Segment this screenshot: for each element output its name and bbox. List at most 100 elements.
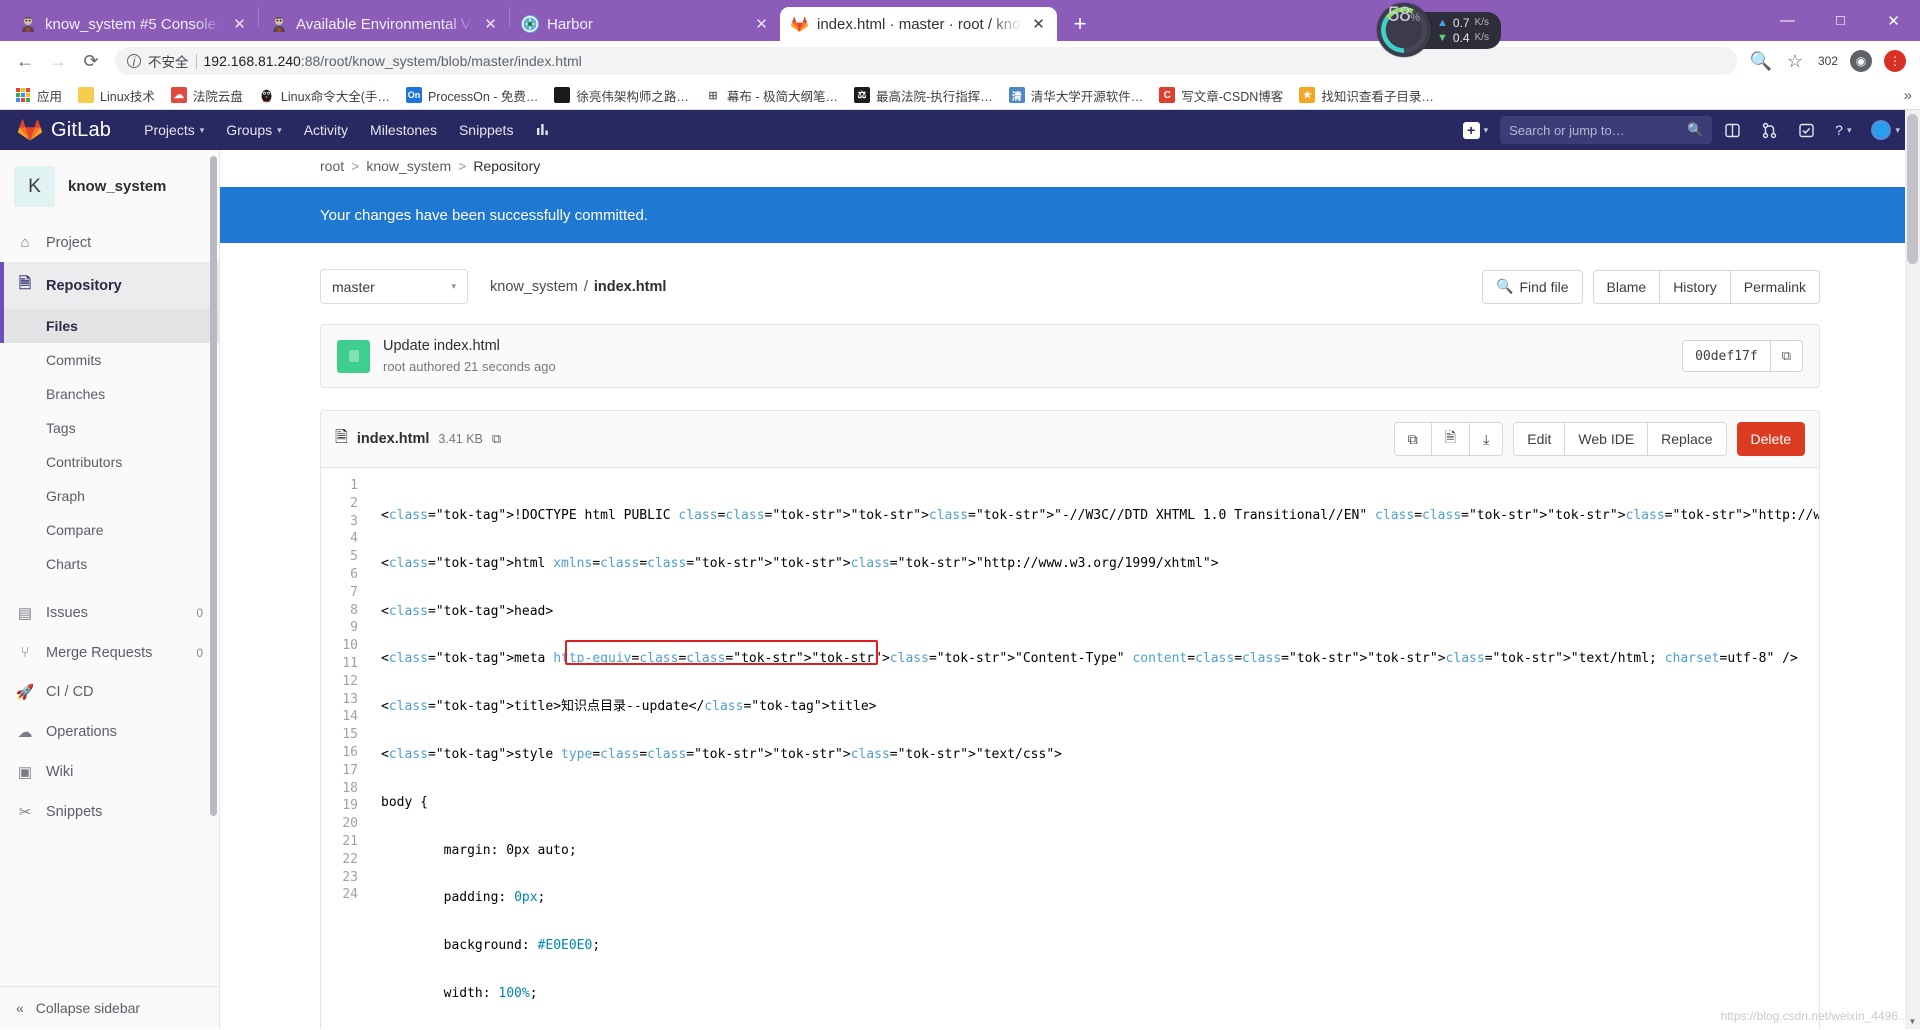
sidebar-subitem-files[interactable]: Files xyxy=(0,309,219,343)
tab-close-icon[interactable]: ✕ xyxy=(1030,16,1047,33)
line-number[interactable]: 15 xyxy=(321,726,358,744)
copy-contents-button[interactable]: ⧉ xyxy=(1393,422,1432,456)
line-number[interactable]: 9 xyxy=(321,619,358,637)
tab-close-icon[interactable]: ✕ xyxy=(231,16,248,33)
breadcrumb-root[interactable]: root xyxy=(320,158,344,174)
browser-tab-3[interactable]: Harbor ✕ xyxy=(510,7,780,41)
sidebar-item-operations[interactable]: ☁ Operations xyxy=(0,712,219,752)
commit-message[interactable]: Update index.html xyxy=(383,338,556,354)
bookmark-linux-tech[interactable]: Linux技术 xyxy=(71,83,162,108)
sidebar-item-wiki[interactable]: ▣ Wiki xyxy=(0,752,219,792)
history-button[interactable]: History xyxy=(1660,269,1731,304)
line-number[interactable]: 24 xyxy=(321,886,358,904)
close-window-button[interactable]: ✕ xyxy=(1867,0,1920,41)
copy-path-icon[interactable]: ⧉ xyxy=(492,431,501,447)
bookmark-processon[interactable]: On ProcessOn - 免费… xyxy=(399,83,545,108)
bookmark-blog[interactable]: 徐亮伟架构师之路… xyxy=(547,83,696,108)
merge-requests-icon[interactable] xyxy=(1753,116,1786,145)
path-project[interactable]: know_system xyxy=(490,279,578,295)
line-number[interactable]: 21 xyxy=(321,833,358,851)
tab-close-icon[interactable]: ✕ xyxy=(482,16,499,33)
line-number[interactable]: 7 xyxy=(321,584,358,602)
todos-icon[interactable] xyxy=(1790,116,1823,145)
open-raw-button[interactable]: 🗎 xyxy=(1431,422,1471,456)
bookmark-linux-cmd[interactable]: Linux命令大全(手… xyxy=(252,83,397,108)
browser-tab-1[interactable]: know_system #5 Console [Jenk ✕ xyxy=(8,7,258,41)
bookmark-csdn[interactable]: C 写文章-CSDN博客 xyxy=(1152,83,1290,108)
sidebar-scrollbar-thumb[interactable] xyxy=(210,156,217,816)
chart-icon[interactable] xyxy=(524,113,562,147)
find-file-button[interactable]: 🔍 Find file xyxy=(1482,269,1583,304)
line-number[interactable]: 6 xyxy=(321,566,358,584)
browser-tab-2[interactable]: Available Environmental Varia ✕ xyxy=(259,7,509,41)
edit-button[interactable]: Edit xyxy=(1513,422,1566,456)
line-number[interactable]: 19 xyxy=(321,797,358,815)
nav-projects[interactable]: Projects ▾ xyxy=(133,113,215,147)
line-number[interactable]: 10 xyxy=(321,637,358,655)
sidebar-scrollbar[interactable] xyxy=(210,156,217,836)
bookmark-tsinghua[interactable]: 清 清华大学开源软件… xyxy=(1002,83,1151,108)
line-number[interactable]: 18 xyxy=(321,780,358,798)
copy-icon[interactable]: ⧉ xyxy=(1770,340,1803,372)
new-tab-button[interactable]: + xyxy=(1063,7,1097,41)
new-dropdown-button[interactable]: + ▾ xyxy=(1455,116,1497,145)
line-number[interactable]: 22 xyxy=(321,851,358,869)
nav-activity[interactable]: Activity xyxy=(293,113,359,147)
gitlab-logo[interactable]: GitLab xyxy=(12,118,111,142)
breadcrumb-project[interactable]: know_system xyxy=(366,158,451,174)
line-number[interactable]: 3 xyxy=(321,513,358,531)
bookmark-mubu[interactable]: ⊞ 幕布 - 极简大纲笔… xyxy=(698,83,845,108)
nav-groups[interactable]: Groups ▾ xyxy=(215,113,292,147)
bookmark-court-cloud[interactable]: ☁ 法院云盘 xyxy=(164,83,250,108)
sidebar-subitem-charts[interactable]: Charts xyxy=(0,547,219,581)
line-number[interactable]: 4 xyxy=(321,530,358,548)
blame-button[interactable]: Blame xyxy=(1592,269,1661,304)
bookmarks-overflow-icon[interactable]: » xyxy=(1904,87,1912,104)
sidebar-item-project[interactable]: ⌂ Project xyxy=(0,223,219,262)
help-icon[interactable]: ? ▾ xyxy=(1827,116,1859,144)
issues-icon[interactable] xyxy=(1716,116,1749,145)
maximize-button[interactable]: □ xyxy=(1814,0,1867,41)
user-avatar-icon[interactable]: 🌐 ▾ xyxy=(1863,114,1908,146)
sidebar-item-merge-requests[interactable]: ⑂ Merge Requests 0 xyxy=(0,633,219,672)
scroll-down-icon[interactable]: ▼ xyxy=(1905,1014,1920,1029)
profile-icon[interactable]: ◉ xyxy=(1846,46,1876,76)
sidebar-subitem-tags[interactable]: Tags xyxy=(0,411,219,445)
line-number[interactable]: 23 xyxy=(321,869,358,887)
line-number[interactable]: 13 xyxy=(321,691,358,709)
collapse-sidebar-button[interactable]: « Collapse sidebar xyxy=(0,986,219,1029)
bookmark-knowledge[interactable]: ★ 找知识查看子目录… xyxy=(1292,83,1441,108)
web-ide-button[interactable]: Web IDE xyxy=(1565,422,1649,456)
sidebar-subitem-compare[interactable]: Compare xyxy=(0,513,219,547)
sidebar-subitem-commits[interactable]: Commits xyxy=(0,343,219,377)
bookmark-apps[interactable]: 应用 xyxy=(8,83,69,108)
nav-milestones[interactable]: Milestones xyxy=(359,113,448,147)
page-scrollbar-thumb[interactable] xyxy=(1907,114,1918,264)
bookmark-court[interactable]: ⚖ 最高法院-执行指挥… xyxy=(847,83,1000,108)
sidebar-item-issues[interactable]: ▤ Issues 0 xyxy=(0,593,219,633)
line-number[interactable]: 2 xyxy=(321,495,358,513)
network-speed-widget[interactable]: 58 % ▲ 0.7 K/s ▼ 0.4 K/s xyxy=(1377,3,1502,57)
delete-button[interactable]: Delete xyxy=(1736,422,1805,456)
nav-snippets[interactable]: Snippets xyxy=(448,113,524,147)
line-number[interactable]: 5 xyxy=(321,548,358,566)
sidebar-item-repository[interactable]: 🗎 Repository xyxy=(0,262,219,309)
branch-selector[interactable]: master ▾ xyxy=(320,269,468,304)
reload-button[interactable]: ⟳ xyxy=(76,46,106,76)
star-icon[interactable]: ☆ xyxy=(1780,46,1810,76)
code-lines[interactable]: <class="tok-tag">!DOCTYPE html PUBLIC cl… xyxy=(369,468,1819,1029)
sidebar-item-snippets[interactable]: ✂ Snippets xyxy=(0,792,219,832)
line-number[interactable]: 20 xyxy=(321,815,358,833)
line-number[interactable]: 16 xyxy=(321,744,358,762)
sidebar-subitem-contributors[interactable]: Contributors xyxy=(0,445,219,479)
sidebar-item-cicd[interactable]: 🚀 CI / CD xyxy=(0,672,219,712)
magnifier-icon[interactable]: 🔍 xyxy=(1746,46,1776,76)
forward-button[interactable]: → xyxy=(43,46,73,76)
line-number[interactable]: 1 xyxy=(321,477,358,495)
browser-tab-4-active[interactable]: index.html · master · root / kno ✕ xyxy=(780,7,1057,41)
download-button[interactable]: ⤓ xyxy=(1470,422,1504,456)
line-number[interactable]: 17 xyxy=(321,762,358,780)
replace-button[interactable]: Replace xyxy=(1648,422,1727,456)
sidebar-subitem-branches[interactable]: Branches xyxy=(0,377,219,411)
page-scrollbar[interactable]: ▲ ▼ xyxy=(1905,110,1920,1029)
